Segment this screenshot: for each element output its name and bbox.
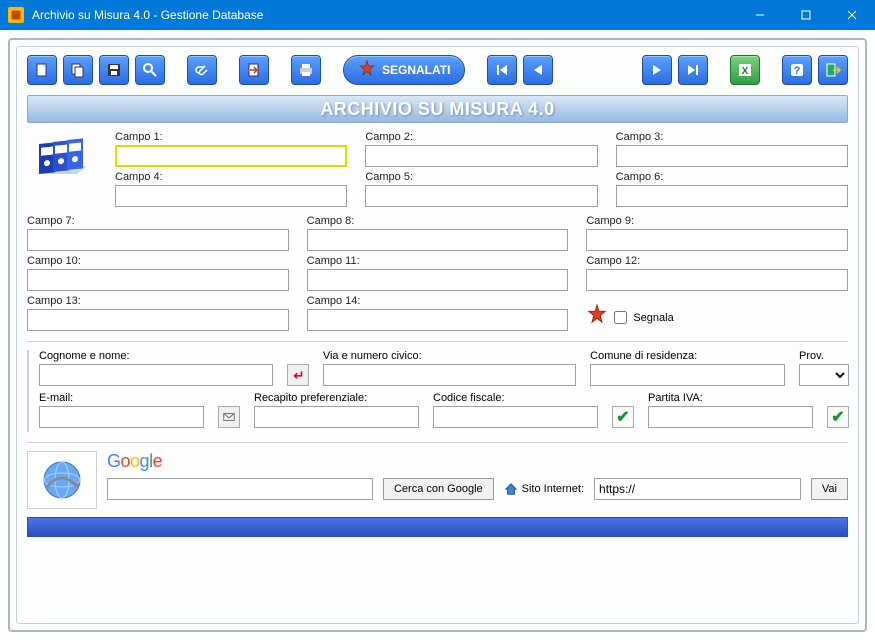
campo3-input[interactable] — [616, 145, 848, 167]
piva-check-button[interactable]: ✔ — [827, 406, 849, 428]
campo12-input[interactable] — [586, 269, 848, 291]
campo14-input[interactable] — [307, 309, 569, 331]
footer-bar — [27, 517, 848, 537]
email-label: E-mail: — [39, 392, 204, 404]
export-button[interactable] — [239, 55, 269, 85]
site-url-input[interactable] — [594, 478, 801, 500]
first-button[interactable] — [487, 55, 517, 85]
attach-button[interactable] — [187, 55, 217, 85]
campo10-input[interactable] — [27, 269, 289, 291]
prov-select[interactable] — [799, 364, 849, 386]
maximize-button[interactable] — [783, 0, 829, 30]
google-logo: Google — [107, 451, 848, 472]
title-bar: Archivio su Misura 4.0 - Gestione Databa… — [0, 0, 875, 30]
prov-label: Prov. — [799, 350, 849, 362]
svg-text:X: X — [742, 66, 749, 77]
badge-icon — [358, 60, 376, 81]
copy-button[interactable] — [63, 55, 93, 85]
last-button[interactable] — [678, 55, 708, 85]
globe-image — [27, 451, 97, 509]
piva-label: Partita IVA: — [648, 392, 813, 404]
campo6-label: Campo 6: — [616, 171, 848, 183]
segnalati-button[interactable]: SEGNALATI — [343, 55, 465, 85]
separator — [27, 341, 848, 342]
books-image — [27, 131, 105, 201]
piva-input[interactable] — [648, 406, 813, 428]
banner-title: ARCHIVIO SU MISURA 4.0 — [27, 95, 848, 123]
app-icon — [8, 7, 24, 23]
minimize-button[interactable] — [737, 0, 783, 30]
campo2-label: Campo 2: — [365, 131, 597, 143]
campo8-input[interactable] — [307, 229, 569, 251]
site-go-button[interactable]: Vai — [811, 478, 848, 500]
city-label: Comune di residenza: — [590, 350, 785, 362]
person-image — [27, 350, 29, 432]
excel-button[interactable]: X — [730, 55, 760, 85]
exit-button[interactable] — [818, 55, 848, 85]
email-button[interactable] — [218, 406, 240, 428]
email-input[interactable] — [39, 406, 204, 428]
campo1-label: Campo 1: — [115, 131, 347, 143]
campo11-input[interactable] — [307, 269, 569, 291]
close-button[interactable] — [829, 0, 875, 30]
name-enter-button[interactable] — [287, 364, 309, 386]
campo14-label: Campo 14: — [307, 295, 569, 307]
campo2-input[interactable] — [365, 145, 597, 167]
prev-button[interactable] — [523, 55, 553, 85]
separator-2 — [27, 442, 848, 443]
site-label: Sito Internet: — [504, 482, 584, 496]
toolbar: SEGNALATI X ? — [27, 55, 848, 85]
google-search-input[interactable] — [107, 478, 373, 500]
address-input[interactable] — [323, 364, 576, 386]
campo9-label: Campo 9: — [586, 215, 848, 227]
help-button[interactable]: ? — [782, 55, 812, 85]
fiscale-check-button[interactable]: ✔ — [612, 406, 634, 428]
svg-text:?: ? — [794, 65, 801, 77]
campo11-label: Campo 11: — [307, 255, 569, 267]
print-button[interactable] — [291, 55, 321, 85]
star-icon — [586, 304, 608, 331]
segnala-checkbox[interactable] — [614, 311, 627, 324]
home-icon — [504, 482, 518, 496]
campo7-label: Campo 7: — [27, 215, 289, 227]
search-button[interactable] — [135, 55, 165, 85]
fiscale-input[interactable] — [433, 406, 598, 428]
campo6-input[interactable] — [616, 185, 848, 207]
campo4-input[interactable] — [115, 185, 347, 207]
campo5-label: Campo 5: — [365, 171, 597, 183]
campo13-input[interactable] — [27, 309, 289, 331]
campo12-label: Campo 12: — [586, 255, 848, 267]
google-search-button[interactable]: Cerca con Google — [383, 478, 494, 500]
save-button[interactable] — [99, 55, 129, 85]
campo5-input[interactable] — [365, 185, 597, 207]
window-title: Archivio su Misura 4.0 - Gestione Databa… — [32, 8, 737, 22]
recapito-label: Recapito preferenziale: — [254, 392, 419, 404]
new-button[interactable] — [27, 55, 57, 85]
campo10-label: Campo 10: — [27, 255, 289, 267]
recapito-input[interactable] — [254, 406, 419, 428]
address-label: Via e numero civico: — [323, 350, 576, 362]
segnala-label: Segnala — [633, 312, 673, 324]
name-input[interactable] — [39, 364, 273, 386]
campo9-input[interactable] — [586, 229, 848, 251]
campo3-label: Campo 3: — [616, 131, 848, 143]
campo8-label: Campo 8: — [307, 215, 569, 227]
campo7-input[interactable] — [27, 229, 289, 251]
fiscale-label: Codice fiscale: — [433, 392, 598, 404]
next-button[interactable] — [642, 55, 672, 85]
campo4-label: Campo 4: — [115, 171, 347, 183]
campo13-label: Campo 13: — [27, 295, 289, 307]
segnalati-label: SEGNALATI — [382, 63, 450, 77]
name-label: Cognome e nome: — [39, 350, 273, 362]
city-input[interactable] — [590, 364, 785, 386]
campo1-input[interactable] — [115, 145, 347, 167]
